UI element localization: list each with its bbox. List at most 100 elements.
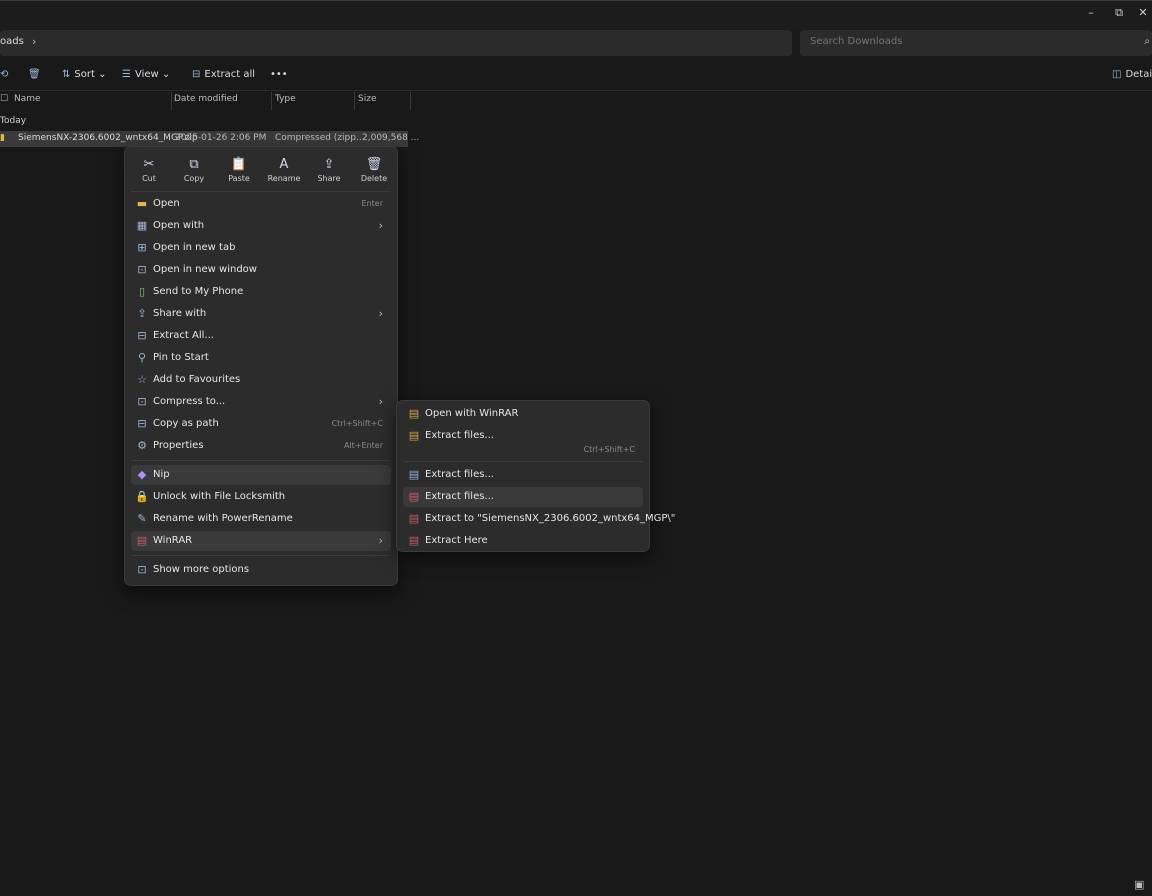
search-input[interactable] <box>808 35 1112 48</box>
compress-icon: ⊡ <box>137 395 147 408</box>
cut-button[interactable]: ✂ Cut <box>127 157 171 183</box>
menu-item-open-with-winrar[interactable]: ▤ Open with WinRAR <box>403 404 643 424</box>
column-header-name[interactable]: Name <box>14 94 41 108</box>
menu-item-extract-files[interactable]: ▤ Extract files... <box>403 465 643 485</box>
menu-item-extract-to-folder[interactable]: ▤ Extract to "SiemensNX_2306.6002_wntx64_… <box>403 509 676 529</box>
column-divider[interactable] <box>354 92 355 110</box>
chevron-right-icon: › <box>378 534 383 547</box>
menu-item-add-favourites[interactable]: ☆ Add to Favourites <box>131 370 391 390</box>
star-icon: ☆ <box>137 373 147 386</box>
delete-button[interactable]: 🗑 Delete <box>352 157 396 183</box>
close-button[interactable]: ✕ <box>1134 4 1152 22</box>
breadcrumb-downloads[interactable]: oads <box>0 36 24 47</box>
menu-item-share-with[interactable]: ⇪ Share with › <box>131 304 391 324</box>
minimize-button[interactable]: – <box>1082 4 1100 22</box>
extract-icon: ⊟ <box>137 329 147 342</box>
menu-item-open-new-tab[interactable]: ⊞ Open in new tab <box>131 238 391 258</box>
menu-item-pin-to-start[interactable]: ⚲ Pin to Start <box>131 348 391 368</box>
winrar-icon: ▤ <box>408 512 420 525</box>
column-divider[interactable] <box>410 92 411 110</box>
search-box[interactable]: ⌕ <box>800 30 1152 56</box>
column-header-type[interactable]: Type <box>275 94 296 108</box>
chevron-right-icon: › <box>378 395 383 408</box>
menu-item-show-more-options[interactable]: ⊡ Show more options <box>131 560 391 580</box>
chevron-right-icon: › <box>378 307 383 320</box>
view-icon: ☰ <box>122 69 131 80</box>
details-button[interactable]: ◫Details <box>1112 69 1152 80</box>
maximize-button[interactable]: ⧉ <box>1110 4 1128 22</box>
view-button[interactable]: ☰ View ⌄ <box>122 69 170 80</box>
copy-path-icon: ⊟ <box>137 417 147 430</box>
chevron-right-icon[interactable]: › <box>32 35 36 48</box>
menu-item-unlock-file-locksmith[interactable]: 🔒 Unlock with File Locksmith <box>131 487 391 507</box>
command-bar: ⟲ 🗑 ⇅ Sort ⌄ ☰ View ⌄ ⊟ Extract all ••• ◫ De… <box>0 62 1152 91</box>
powerrename-icon: ✎ <box>137 512 147 525</box>
apps-icon: ▦ <box>136 219 148 232</box>
winrar-submenu: ▤ Open with WinRAR ▤ Extract files... Ctrl… <box>396 400 676 552</box>
new-tab-icon: ⊞ <box>137 241 147 254</box>
more-options-icon: ⊡ <box>137 563 147 576</box>
extract-icon: ⊟ <box>192 69 201 80</box>
lock-icon: 🔒 <box>135 490 149 503</box>
column-header-size[interactable]: Size <box>358 94 376 108</box>
group-header-today[interactable]: Today <box>0 116 26 126</box>
rename-button[interactable]: A Rename <box>262 157 306 183</box>
copy-icon: ⧉ <box>189 157 199 172</box>
nip-app-icon: ◆ <box>137 468 147 481</box>
menu-item-open-with[interactable]: ▦ Open with › <box>131 216 391 236</box>
delete-icon[interactable]: 🗑 <box>28 69 45 80</box>
delete-icon: 🗑 <box>365 157 383 172</box>
column-divider[interactable] <box>271 92 272 110</box>
menu-item-rename-powerrename[interactable]: ✎ Rename with PowerRename <box>131 509 391 529</box>
menu-item-properties[interactable]: ⚙ Properties Alt+Enter <box>131 436 391 456</box>
file-name: SiemensNX-2306.6002_wntx64_MGP.zip <box>18 133 198 143</box>
pin-icon: ⚲ <box>137 351 147 364</box>
file-date: 2025-01-26 2:06 PM <box>175 133 267 143</box>
menu-item-winrar[interactable]: ▤ WinRAR › <box>131 531 391 551</box>
zip-folder-icon: ▮ <box>0 133 5 143</box>
column-divider[interactable] <box>171 92 172 110</box>
share-button[interactable]: ⇪ Share <box>307 157 351 183</box>
file-size: 2,009,568 ... <box>362 133 420 143</box>
paste-button[interactable]: 📋 Paste <box>217 157 261 183</box>
column-header-date[interactable]: Date modified <box>174 94 238 108</box>
copy-button[interactable]: ⧉ Copy <box>172 157 216 183</box>
winrar-icon: ▤ <box>408 534 420 547</box>
file-row[interactable]: ▮ SiemensNX-2306.6002_wntx64_MGP.zip 202… <box>0 131 419 147</box>
winrar-icon: ▤ <box>408 407 420 420</box>
search-icon[interactable]: ⌕ <box>1144 36 1150 47</box>
menu-item-open[interactable]: ▬ Open Enter <box>131 194 391 214</box>
menu-item-nip[interactable]: ◆ Nip <box>131 465 391 485</box>
menu-item-copy-as-path[interactable]: ⊟ Copy as path Ctrl+Shift+C <box>131 414 391 434</box>
view-toggle-icon[interactable]: ▣ <box>1134 878 1148 892</box>
menu-item-extract-files[interactable]: ▤ Extract files... <box>403 487 643 507</box>
menu-item-shortcut-row[interactable]: Ctrl+Shift+C <box>403 440 643 460</box>
extract-all-button[interactable]: ⊟ Extract all <box>192 69 255 80</box>
menu-item-compress-to[interactable]: ⊡ Compress to... › <box>131 392 391 412</box>
menu-item-send-to-phone[interactable]: ▯ Send to My Phone <box>131 282 391 302</box>
menu-divider <box>131 460 391 461</box>
winrar-icon: ▤ <box>408 468 420 481</box>
menu-item-open-new-window[interactable]: ⊡ Open in new window <box>131 260 391 280</box>
title-bar <box>0 0 1152 29</box>
sort-button[interactable]: ⇅ Sort ⌄ <box>62 69 106 80</box>
select-all-checkbox[interactable]: ☐ <box>0 94 8 108</box>
menu-item-extract-here[interactable]: ▤ Extract Here <box>403 531 643 551</box>
menu-divider <box>403 461 643 462</box>
menu-divider <box>131 555 391 556</box>
menu-item-extract-all[interactable]: ⊟ Extract All... <box>131 326 391 346</box>
file-type: Compressed (zipp... <box>275 133 365 143</box>
folder-open-icon: ▬ <box>136 197 148 210</box>
rename-icon[interactable]: ⟲ <box>0 69 12 80</box>
context-menu: ✂ Cut ⧉ Copy 📋 Paste A Rename ⇪ Share 🗑 Delete… <box>124 146 398 586</box>
cut-icon: ✂ <box>143 157 155 172</box>
menu-divider <box>131 191 391 192</box>
paste-icon: 📋 <box>230 157 248 172</box>
address-bar[interactable]: oads › <box>0 30 792 56</box>
properties-icon: ⚙ <box>137 439 147 452</box>
winrar-icon: ▤ <box>408 490 420 503</box>
winrar-icon: ▤ <box>136 534 148 547</box>
share-icon: ⇪ <box>137 307 147 320</box>
more-options-button[interactable]: ••• <box>270 69 288 80</box>
rename-icon: A <box>279 157 289 172</box>
